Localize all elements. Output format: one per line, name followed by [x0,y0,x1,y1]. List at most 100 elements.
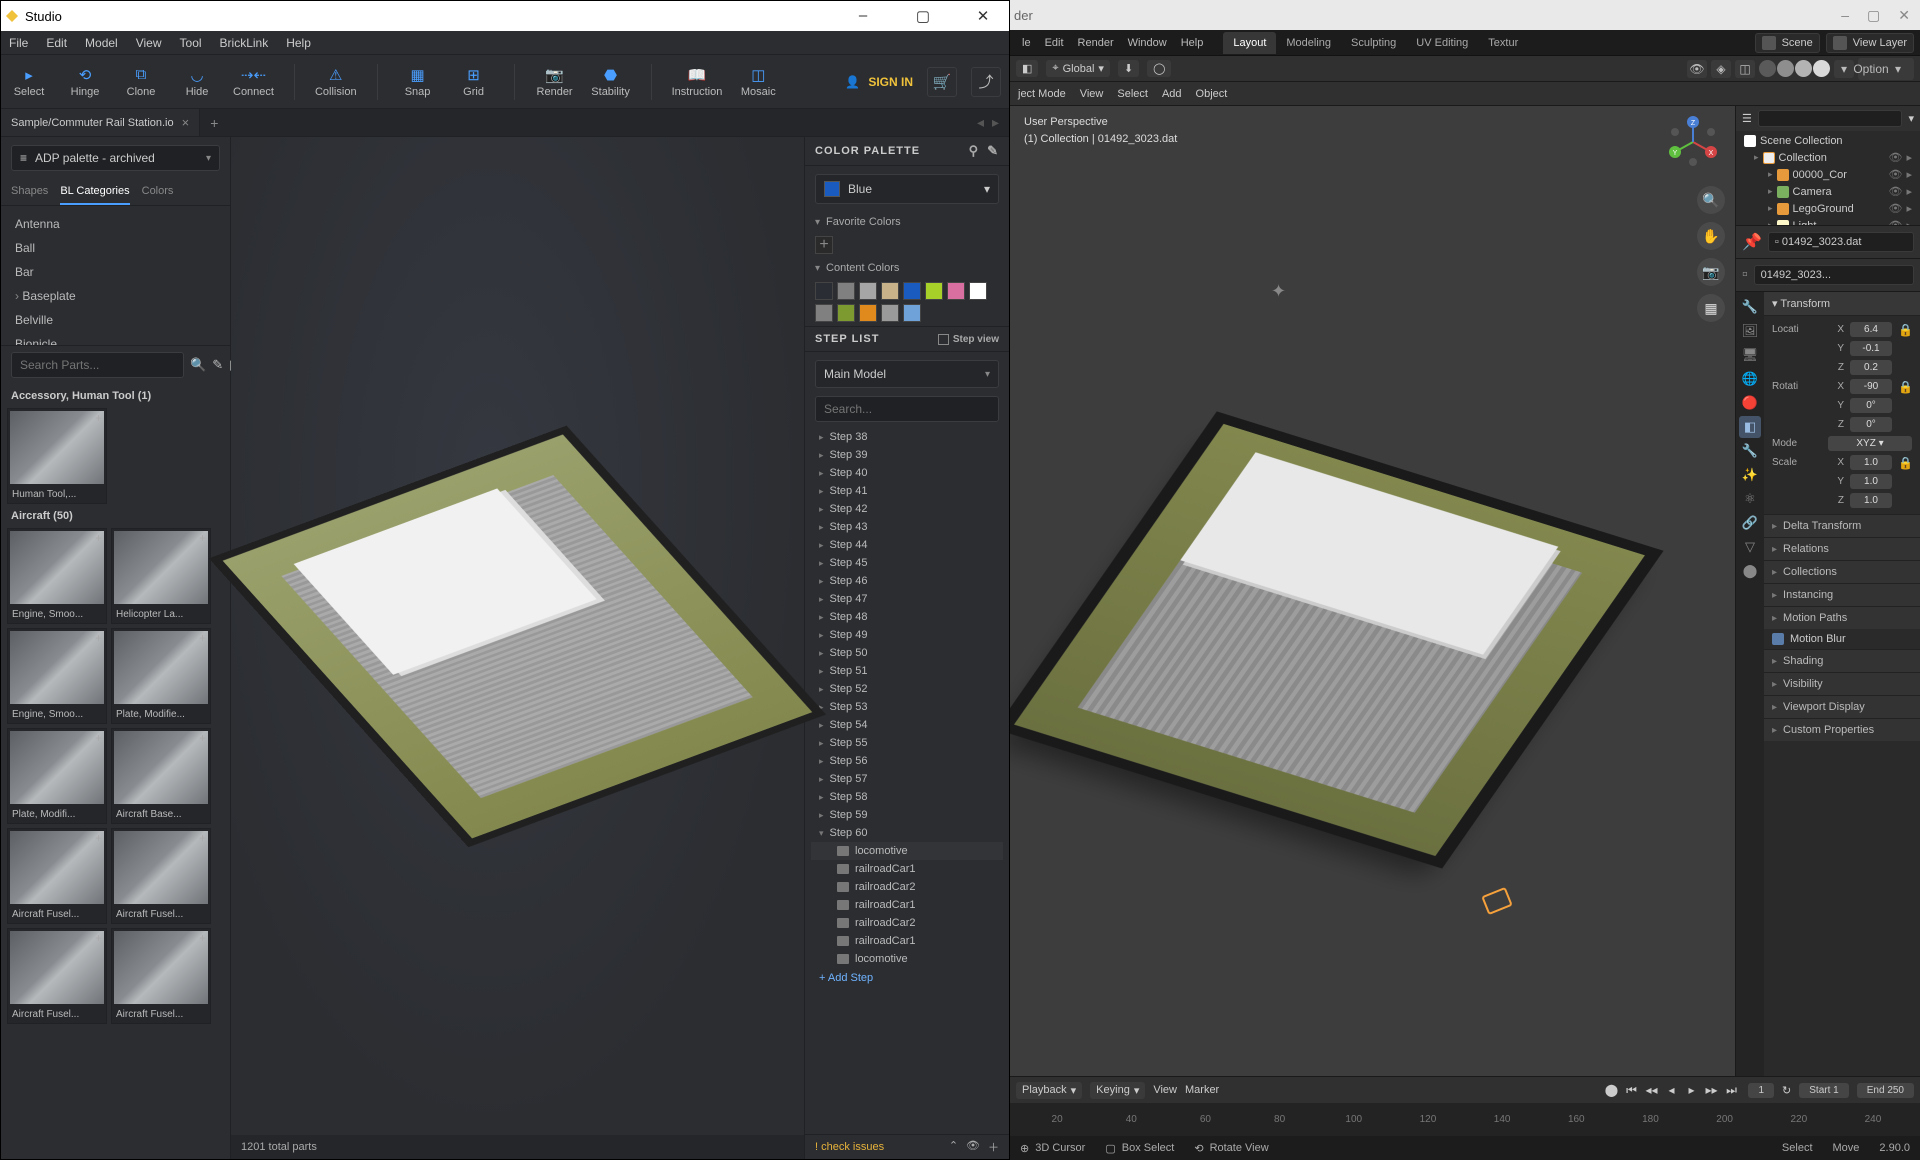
pan-icon[interactable]: ✋ [1697,222,1725,250]
prev-key-icon[interactable]: ◂◂ [1642,1081,1660,1099]
cat-tab-shapes[interactable]: Shapes [11,179,48,205]
proportional-toggle[interactable]: ◯ [1147,60,1171,77]
bl-menu-window[interactable]: Window [1122,37,1173,49]
tab-output[interactable]: 🖼 [1739,320,1761,342]
instruction-button[interactable]: 📖Instruction [672,66,723,98]
step-item[interactable]: ▸Step 48 [811,608,1003,626]
start-frame-field[interactable]: Start 1 [1799,1083,1848,1098]
prop-panel-custom-properties[interactable]: ▸Custom Properties [1764,718,1920,741]
step-item[interactable]: ▸Step 40 [811,464,1003,482]
transform-rotation-z[interactable]: Z0° [1772,415,1912,434]
playback-menu[interactable]: Playback ▾ [1016,1082,1082,1099]
clone-button[interactable]: ⧉Clone [121,66,161,98]
workspace-layout[interactable]: Layout [1223,32,1276,54]
parts-browser[interactable]: Accessory, Human Tool (1)+Human Tool,...… [1,384,230,1159]
substep-item[interactable]: railroadCar2 [811,878,1003,896]
step-item[interactable]: ▸Step 47 [811,590,1003,608]
step-item[interactable]: ▸Step 44 [811,536,1003,554]
part-thumbnail[interactable]: +Aircraft Fusel... [111,828,211,924]
substep-item[interactable]: railroadCar1 [811,896,1003,914]
next-key-icon[interactable]: ▸▸ [1702,1081,1720,1099]
minimize-button[interactable]: – [1841,7,1849,24]
close-tab-icon[interactable]: × [182,115,190,130]
transform-rotation-y[interactable]: Y0° [1772,396,1912,415]
category-item[interactable]: Bar [1,260,230,284]
step-item[interactable]: ▸Step 52 [811,680,1003,698]
step-item[interactable]: ▸Step 45 [811,554,1003,572]
keying-menu[interactable]: Keying ▾ [1090,1082,1145,1099]
collapse-icon[interactable]: ⌃ [949,1139,958,1155]
transform-scale-x[interactable]: ScaleX1.0🔒 [1772,453,1912,472]
color-swatch[interactable] [837,282,855,300]
tl-view-menu[interactable]: View [1153,1084,1177,1096]
outliner-row[interactable]: ▸LegoGround👁▸ [1740,200,1916,217]
tab-scene[interactable]: 🌐 [1739,368,1761,390]
color-swatch[interactable] [903,282,921,300]
snap-toggle[interactable]: ⬇ [1118,60,1139,77]
outliner[interactable]: ☰▾ Scene Collection▸Collection👁▸▸00000_C… [1736,106,1920,226]
step-search-input[interactable] [815,396,999,422]
tab-material[interactable]: ⬤ [1739,560,1761,582]
part-thumbnail[interactable]: +Aircraft Fusel... [111,928,211,1024]
part-thumbnail[interactable]: +Engine, Smoo... [7,528,107,624]
step-view-toggle[interactable]: Step view [938,334,999,345]
menu-edit[interactable]: Edit [46,36,67,50]
orientation-dropdown[interactable]: ⌖Global▾ [1046,60,1110,77]
outliner-row[interactable]: ▸00000_Cor👁▸ [1740,166,1916,183]
cat-tab-colors[interactable]: Colors [142,179,174,205]
menu-view[interactable]: View [136,36,162,50]
tab-constraint[interactable]: 🔗 [1739,512,1761,534]
step-item[interactable]: ▸Step 53 [811,698,1003,716]
refresh-icon[interactable]: ↻ [1782,1084,1791,1097]
transform-location-z[interactable]: Z0.2 [1772,358,1912,377]
camera-view-icon[interactable]: 📷 [1697,258,1725,286]
prop-panel-delta-transform[interactable]: ▸Delta Transform [1764,514,1920,537]
tab-world[interactable]: 🔴 [1739,392,1761,414]
mosaic-button[interactable]: ◫Mosaic [738,66,778,98]
studio-canvas[interactable] [231,137,804,1135]
view-menu[interactable]: View [1080,88,1104,100]
file-tab[interactable]: Sample/Commuter Rail Station.io × [1,109,200,136]
navigation-gizmo[interactable]: X Y Z [1665,114,1721,170]
autokey-icon[interactable]: ⬤ [1602,1081,1620,1099]
color-swatch[interactable] [881,282,899,300]
hide-button[interactable]: ◡Hide [177,66,217,98]
stability-button[interactable]: ⬣Stability [591,66,631,98]
connect-button[interactable]: ⇢⇠Connect [233,66,274,98]
add-step-button[interactable]: + Add Step [811,968,1003,988]
filter-icon[interactable]: ⚲ [969,143,980,159]
jump-start-icon[interactable]: ⏮ [1622,1081,1640,1099]
close-button[interactable]: ✕ [1898,7,1910,24]
step-item[interactable]: ▸Step 51 [811,662,1003,680]
step-item[interactable]: ▸Step 54 [811,716,1003,734]
tab-next-icon[interactable]: ▸ [992,114,999,131]
outliner-row[interactable]: ▸Collection👁▸ [1740,149,1916,166]
prop-panel-motion-blur[interactable]: Motion Blur [1764,629,1920,649]
parts-search-input[interactable] [11,352,184,378]
select-button[interactable]: ▸Select [9,66,49,98]
step-item[interactable]: ▸Step 58 [811,788,1003,806]
outliner-row[interactable]: ▸Light👁▸ [1740,217,1916,226]
pin-icon[interactable]: 📌 [1742,232,1762,252]
add-tab-button[interactable]: + [200,115,228,131]
substep-item[interactable]: railroadCar1 [811,932,1003,950]
part-thumbnail[interactable]: +Aircraft Fusel... [7,828,107,924]
part-thumbnail[interactable]: +Engine, Smoo... [7,628,107,724]
add-menu[interactable]: Add [1162,88,1182,100]
workspace-sculpting[interactable]: Sculpting [1341,32,1406,54]
step-item[interactable]: ▸Step 49 [811,626,1003,644]
gizmo-icon[interactable]: 👁 [1687,60,1707,78]
filter-icon[interactable]: ▾ [1908,112,1914,125]
main-model-dropdown[interactable]: Main Model ▾ [815,360,999,388]
rotation-mode[interactable]: ModeXYZ ▾ [1772,434,1912,453]
category-item[interactable]: Belville [1,308,230,332]
step-item[interactable]: ▸Step 50 [811,644,1003,662]
outliner-search-input[interactable] [1758,110,1903,127]
tab-render[interactable]: 🔧 [1739,296,1761,318]
color-swatch[interactable] [881,304,899,322]
step-item[interactable]: ▸Step 46 [811,572,1003,590]
part-thumbnail[interactable]: +Human Tool,... [7,408,107,504]
bl-menu-help[interactable]: Help [1175,37,1210,49]
eyedropper-icon[interactable]: ✎ [987,143,999,159]
step-list[interactable]: ▸Step 38▸Step 39▸Step 40▸Step 41▸Step 42… [805,428,1009,1134]
